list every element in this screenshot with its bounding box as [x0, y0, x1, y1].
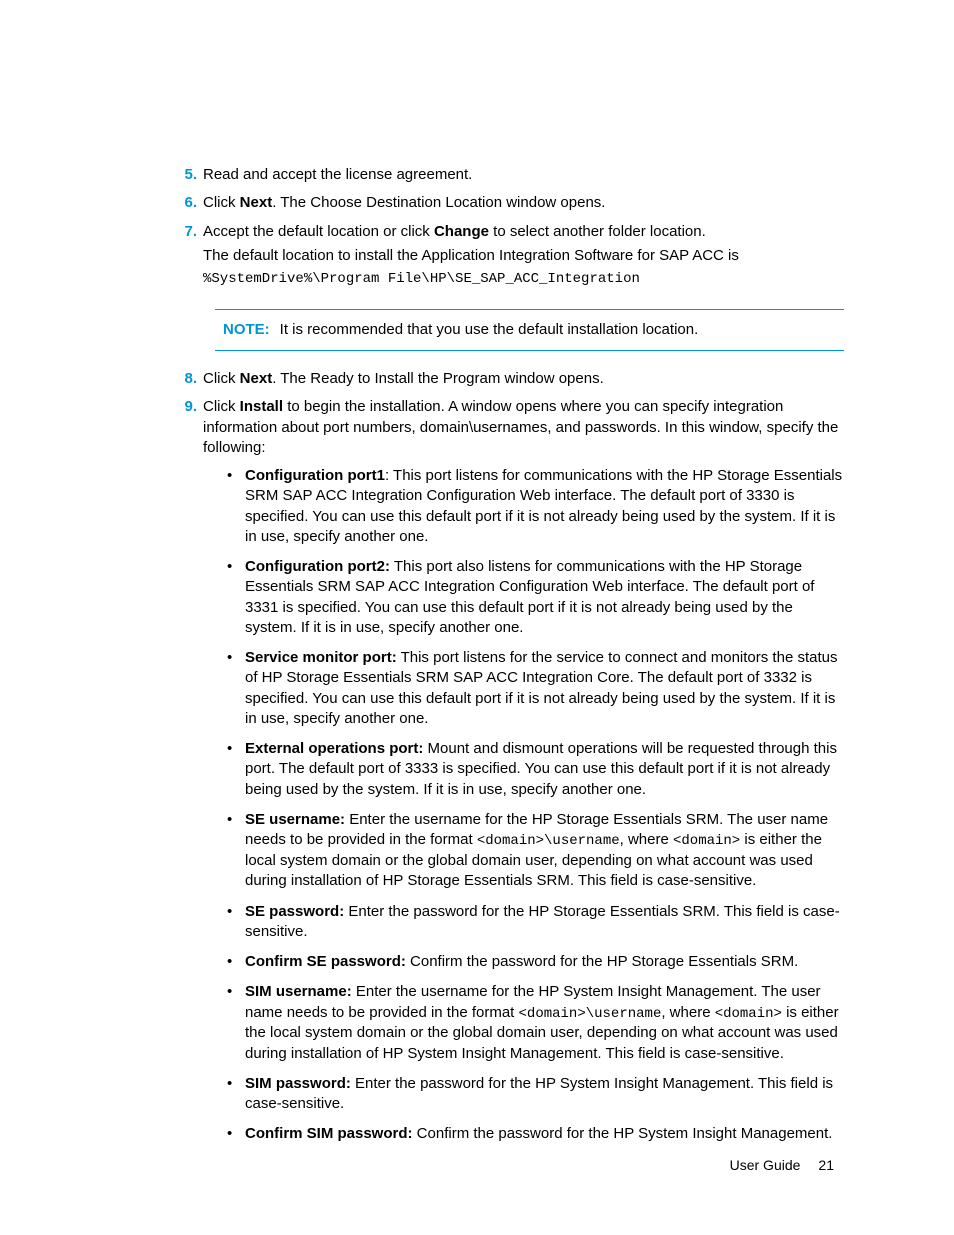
item-text: SE username: Enter the username for the … — [245, 810, 844, 892]
list-item: • Confirm SE password: Confirm the passw… — [227, 952, 844, 972]
list-item: • Configuration port2: This port also li… — [227, 557, 844, 638]
step-number: 7. — [175, 222, 197, 291]
code-path: %SystemDrive%\Program File\HP\SE_SAP_ACC… — [203, 268, 844, 289]
list-item: • SIM password: Enter the password for t… — [227, 1074, 844, 1115]
step-number: 8. — [175, 369, 197, 391]
item-text: Confirm SIM password: Confirm the passwo… — [245, 1124, 844, 1144]
step-text: Click Next. The Choose Destination Locat… — [203, 193, 844, 213]
step-text: Click Next. The Ready to Install the Pro… — [203, 369, 844, 389]
item-text: SE password: Enter the password for the … — [245, 902, 844, 943]
step-number: 6. — [175, 193, 197, 215]
list-item: • Service monitor port: This port listen… — [227, 648, 844, 729]
item-text: Service monitor port: This port listens … — [245, 648, 844, 729]
step-number: 9. — [175, 397, 197, 1154]
bullet-icon: • — [227, 810, 245, 892]
list-item: • Confirm SIM password: Confirm the pass… — [227, 1124, 844, 1144]
step-text: Read and accept the license agreement. — [203, 165, 844, 185]
bullet-icon: • — [227, 739, 245, 800]
note-label: NOTE: — [223, 321, 270, 338]
page-footer: User Guide 21 — [730, 1156, 834, 1175]
list-item: • SE password: Enter the password for th… — [227, 902, 844, 943]
bullet-icon: • — [227, 1124, 245, 1144]
step-5: 5. Read and accept the license agreement… — [175, 165, 844, 187]
list-item: • SE username: Enter the username for th… — [227, 810, 844, 892]
item-text: Configuration port2: This port also list… — [245, 557, 844, 638]
item-text: External operations port: Mount and dism… — [245, 739, 844, 800]
list-item: • Configuration port1: This port listens… — [227, 466, 844, 547]
list-item: • SIM username: Enter the username for t… — [227, 982, 844, 1064]
page-number: 21 — [818, 1157, 834, 1173]
step-text: The default location to install the Appl… — [203, 246, 844, 266]
bullet-icon: • — [227, 648, 245, 729]
bullet-icon: • — [227, 982, 245, 1064]
bullet-icon: • — [227, 466, 245, 547]
step-8: 8. Click Next. The Ready to Install the … — [175, 369, 844, 391]
step-9: 9. Click Install to begin the installati… — [175, 397, 844, 1154]
step-number: 5. — [175, 165, 197, 187]
bullet-icon: • — [227, 952, 245, 972]
field-list: • Configuration port1: This port listens… — [227, 466, 844, 1145]
item-text: SIM password: Enter the password for the… — [245, 1074, 844, 1115]
step-7: 7. Accept the default location or click … — [175, 222, 844, 291]
step-text: Click Install to begin the installation.… — [203, 397, 844, 458]
step-text: Accept the default location or click Cha… — [203, 222, 844, 242]
footer-label: User Guide — [730, 1157, 801, 1173]
list-item: • External operations port: Mount and di… — [227, 739, 844, 800]
step-6: 6. Click Next. The Choose Destination Lo… — [175, 193, 844, 215]
note-text: It is recommended that you use the defau… — [280, 321, 699, 338]
bullet-icon: • — [227, 1074, 245, 1115]
item-text: SIM username: Enter the username for the… — [245, 982, 844, 1064]
item-text: Confirm SE password: Confirm the passwor… — [245, 952, 844, 972]
note-box: NOTE: It is recommended that you use the … — [215, 309, 844, 351]
bullet-icon: • — [227, 902, 245, 943]
item-text: Configuration port1: This port listens f… — [245, 466, 844, 547]
bullet-icon: • — [227, 557, 245, 638]
